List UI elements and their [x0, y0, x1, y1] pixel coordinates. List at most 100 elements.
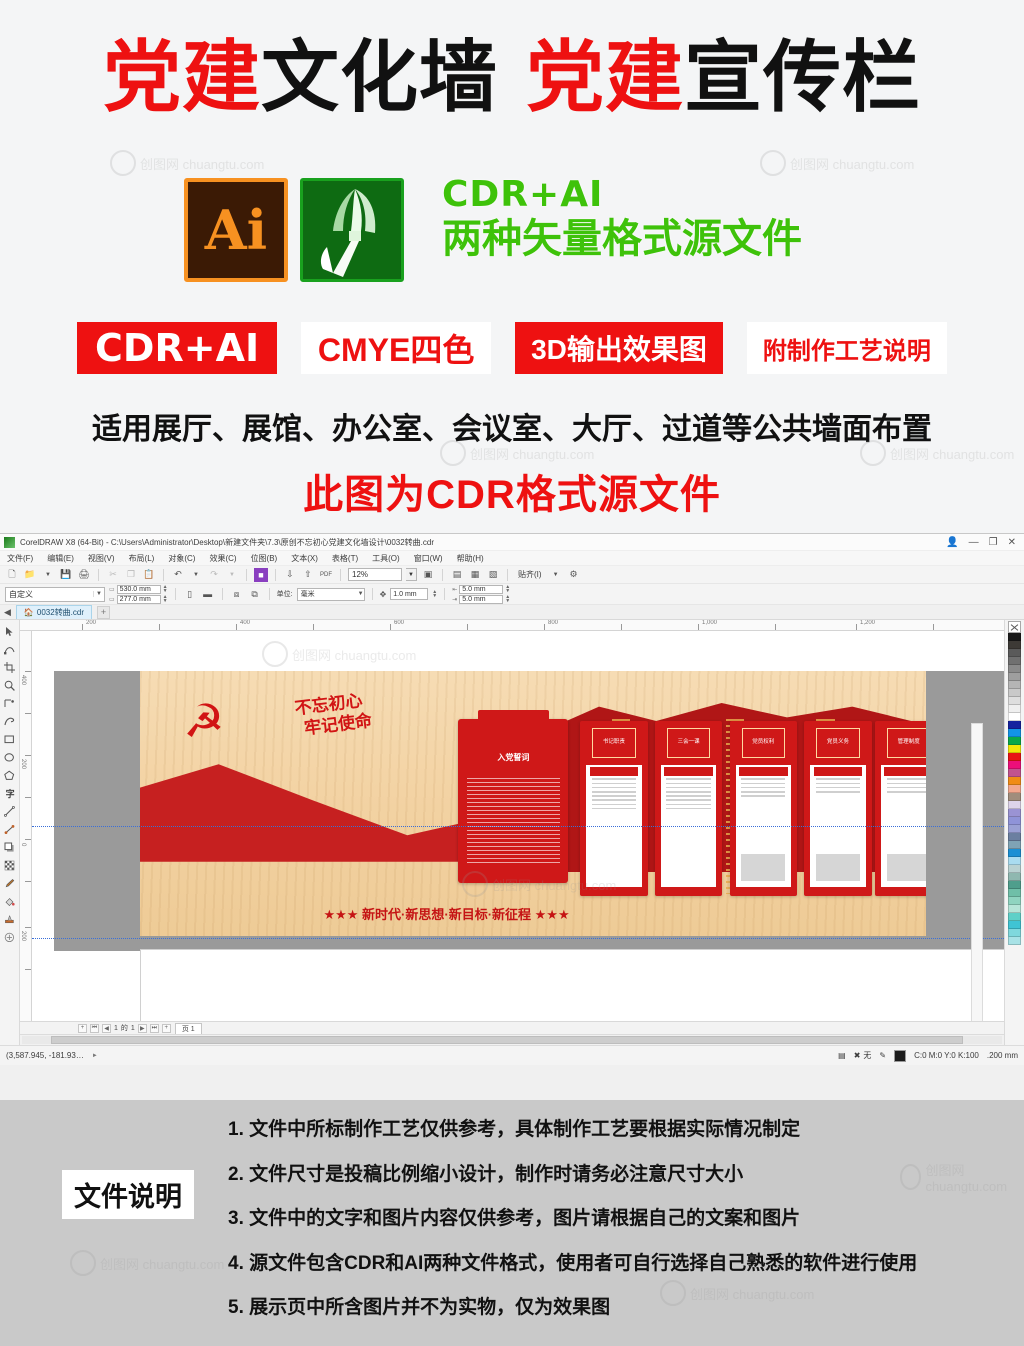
page-dimensions[interactable]: ▭ 530.0 mm ▲ ▼ ▭ 277.0 mm ▲ ▼ [109, 584, 168, 604]
color-swatch[interactable] [1008, 633, 1021, 641]
menu-bitmaps[interactable]: 位图(B) [251, 553, 278, 564]
page-tab-bar[interactable]: + ⏮ ◀ 1 的 1 ▶ ⏭ + 页 1 [20, 1021, 1004, 1034]
menu-effects[interactable]: 效果(C) [209, 553, 236, 564]
hscroll-track[interactable] [22, 1036, 1002, 1044]
add-tool-icon[interactable] [1, 929, 18, 945]
new-tab-button[interactable]: + [97, 605, 111, 619]
color-swatch[interactable] [1008, 905, 1021, 913]
pick-tool-icon[interactable] [1, 623, 18, 639]
show-rulers-icon[interactable]: ▤ [450, 568, 464, 582]
crop-tool-icon[interactable] [1, 659, 18, 675]
color-swatch[interactable] [1008, 857, 1021, 865]
outline-pen-icon[interactable]: ✎ [879, 1051, 886, 1060]
duplicate-y-spinner[interactable]: ▲ ▼ [505, 594, 510, 604]
restore-button[interactable]: ❐ [989, 537, 998, 548]
vertical-ruler[interactable]: 400 200 0 200 [20, 631, 32, 1021]
duplicate-distance[interactable]: ⇤ 5.0 mm ▲ ▼ ⇥ 5.0 mm ▲ ▼ [452, 584, 510, 604]
add-page-start-button[interactable]: + [78, 1023, 87, 1033]
color-swatch[interactable] [1008, 913, 1021, 921]
color-swatch[interactable] [1008, 745, 1021, 753]
all-pages-button[interactable]: ⧈ [230, 587, 244, 601]
color-swatch[interactable] [1008, 705, 1021, 713]
freehand-tool-icon[interactable] [1, 695, 18, 711]
color-swatch[interactable] [1008, 825, 1021, 833]
outline-status[interactable]: ✖ 无 [854, 1050, 872, 1061]
color-palette[interactable] [1004, 620, 1024, 1045]
docker-panel[interactable] [971, 723, 983, 1021]
print-icon[interactable]: 🖨 [77, 568, 91, 582]
info-panel-secretary-duty[interactable]: 书记 职责 [580, 721, 648, 897]
color-swatch[interactable] [1008, 937, 1021, 945]
duplicate-x-spinner[interactable]: ▲ ▼ [505, 584, 510, 594]
color-swatch[interactable] [1008, 673, 1021, 681]
color-swatch[interactable] [1008, 849, 1021, 857]
menu-text[interactable]: 文本(X) [291, 553, 318, 564]
color-swatch[interactable] [1008, 681, 1021, 689]
menu-help[interactable]: 帮助(H) [457, 553, 484, 564]
zoom-level-dropdown-icon[interactable]: ▼ [406, 568, 417, 581]
search-content-icon[interactable]: ■ [254, 567, 268, 582]
text-tool-icon[interactable]: 字 [1, 785, 18, 801]
new-document-icon[interactable]: 🗋 [5, 568, 19, 582]
color-swatch[interactable] [1008, 833, 1021, 841]
color-swatch[interactable] [1008, 873, 1021, 881]
color-swatch[interactable] [1008, 921, 1021, 929]
menu-file[interactable]: 文件(F) [7, 553, 33, 564]
snap-to-dropdown[interactable]: 贴齐(I) [515, 569, 545, 580]
page-preset-combo[interactable]: 自定义 ▼ [5, 586, 105, 602]
transparency-tool-icon[interactable] [1, 857, 18, 873]
chevron-down-icon[interactable]: ▼ [358, 591, 364, 597]
chevron-down-icon[interactable]: ▼ [93, 591, 104, 597]
horizontal-ruler[interactable]: 200 400 600 800 1,000 1,200 [20, 620, 1004, 631]
export-icon[interactable]: ⇧ [301, 568, 315, 582]
artistic-media-tool-icon[interactable] [1, 713, 18, 729]
menu-view[interactable]: 视图(V) [88, 553, 115, 564]
horizontal-guide-line[interactable] [32, 938, 1004, 939]
page-height-spinner[interactable]: ▲ ▼ [163, 594, 168, 604]
info-panel-management-system[interactable]: 管理 制度 [874, 721, 926, 897]
connector-tool-icon[interactable] [1, 821, 18, 837]
color-swatch[interactable] [1008, 649, 1021, 657]
color-swatch[interactable] [1008, 929, 1021, 937]
paste-icon[interactable]: 📋 [142, 568, 156, 582]
add-page-end-button[interactable]: + [161, 1023, 171, 1033]
fill-swatch-icon[interactable]: ▤ [838, 1051, 846, 1060]
duplicate-y-input[interactable]: 5.0 mm [459, 594, 504, 604]
open-document-icon[interactable]: 📁 [23, 568, 37, 582]
standard-toolbar[interactable]: 🗋 📁 ▼ 💾 🖨 ✂ ❐ 📋 ↶ ▼ ↷ ▼ ■ ⇩ ⇧ PDF 12% ▼ … [0, 566, 1024, 584]
color-swatch[interactable] [1008, 721, 1021, 729]
horizontal-scrollbar[interactable] [20, 1034, 1004, 1045]
color-swatch[interactable] [1008, 865, 1021, 873]
menu-bar[interactable]: 文件(F) 编辑(E) 视图(V) 布局(L) 对象(C) 效果(C) 位图(B… [0, 551, 1024, 566]
rectangle-tool-icon[interactable] [1, 731, 18, 747]
color-swatch[interactable] [1008, 665, 1021, 673]
color-swatch[interactable] [1008, 641, 1021, 649]
color-swatch[interactable] [1008, 889, 1021, 897]
color-swatch[interactable] [1008, 737, 1021, 745]
smart-fill-tool-icon[interactable] [1, 911, 18, 927]
color-swatch[interactable] [1008, 881, 1021, 889]
hscroll-thumb[interactable] [51, 1036, 963, 1044]
menu-table[interactable]: 表格(T) [332, 553, 358, 564]
page-width-spinner[interactable]: ▲ ▼ [163, 584, 168, 594]
drawing-canvas[interactable]: ☭ 不忘初心 牢记使命 入党誓词 书记 职责 三会 一课 党员 权利 党员 义务… [32, 631, 1004, 1021]
last-page-button[interactable]: ⏭ [149, 1023, 159, 1033]
redo-icon[interactable]: ↷ [207, 568, 221, 582]
menu-layout[interactable]: 布局(L) [129, 553, 155, 564]
import-icon[interactable]: ⇩ [283, 568, 297, 582]
color-swatch[interactable] [1008, 897, 1021, 905]
redo-dropdown-icon[interactable]: ▼ [225, 568, 239, 582]
color-swatch[interactable] [1008, 769, 1021, 777]
color-eyedropper-tool-icon[interactable] [1, 875, 18, 891]
dimension-tool-icon[interactable] [1, 803, 18, 819]
duplicate-x-input[interactable]: 5.0 mm [459, 584, 504, 594]
minimize-button[interactable]: — [969, 537, 979, 548]
no-color-swatch[interactable] [1008, 621, 1021, 633]
color-swatch[interactable] [1008, 801, 1021, 809]
info-panel-three-meetings[interactable]: 三会 一课 [654, 721, 723, 897]
menu-window[interactable]: 窗口(W) [414, 553, 443, 564]
wall-design-artwork[interactable]: ☭ 不忘初心 牢记使命 入党誓词 书记 职责 三会 一课 党员 权利 党员 义务… [140, 671, 926, 936]
menu-tools[interactable]: 工具(O) [372, 553, 400, 564]
page-tab-1[interactable]: 页 1 [174, 1022, 202, 1034]
copy-icon[interactable]: ❐ [124, 568, 138, 582]
